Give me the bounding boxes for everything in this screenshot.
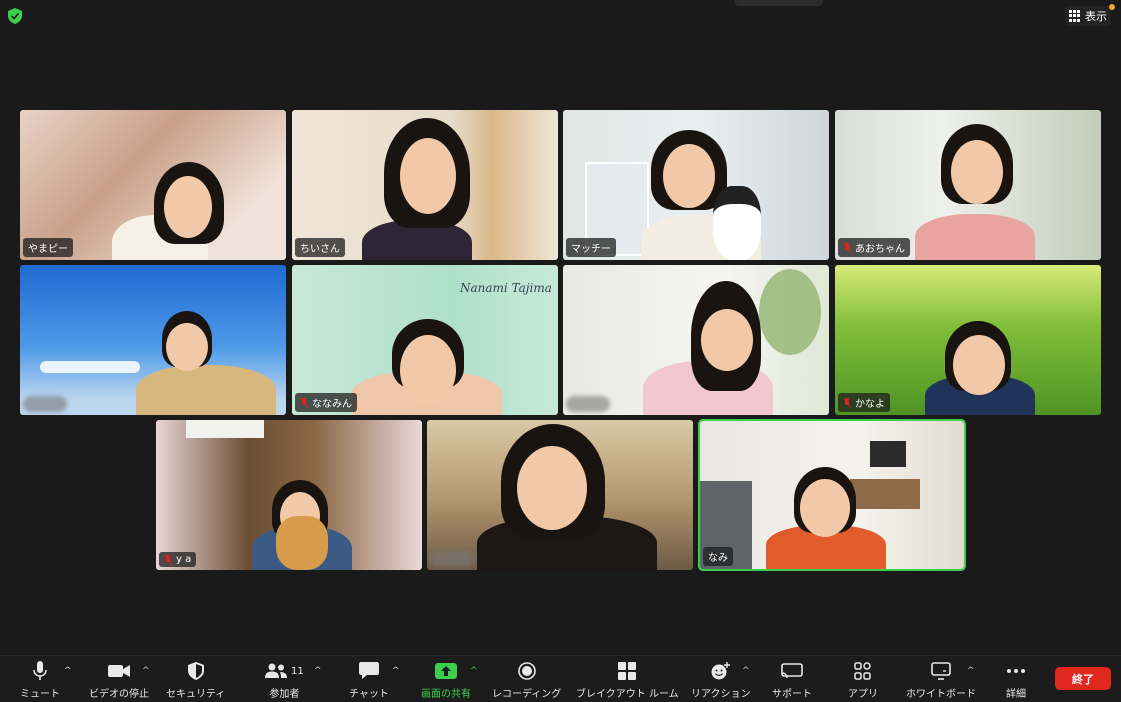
chat-options-caret[interactable]: ^: [392, 666, 400, 676]
top-bar: 表示: [0, 0, 1121, 30]
participant-name-tag: やまピー: [23, 238, 73, 257]
video-tile[interactable]: [427, 420, 693, 570]
participant-name-tag: [23, 396, 67, 412]
cloud: [40, 361, 140, 373]
participant-face: [951, 140, 1003, 204]
participant-name-tag: かなよ: [838, 393, 890, 412]
breakout-rooms-icon: [618, 660, 637, 682]
chat-button[interactable]: チャット: [349, 660, 389, 700]
participant-name-tag: あおちゃん: [838, 238, 910, 257]
video-tile[interactable]: マッチー: [563, 110, 829, 260]
share-screen-icon: [435, 660, 457, 682]
notification-dot: [1109, 4, 1115, 10]
reactions-options-caret[interactable]: ^: [742, 666, 750, 676]
participant-name-tag: ななみん: [295, 393, 357, 412]
view-button[interactable]: 表示: [1065, 6, 1111, 26]
share-options-caret[interactable]: ^: [470, 666, 478, 676]
video-tile[interactable]: y a: [156, 420, 422, 570]
cast-icon: [781, 660, 803, 682]
record-button[interactable]: レコーディング: [492, 660, 561, 700]
video-tile[interactable]: ちいさん: [292, 110, 558, 260]
muted-mic-icon: [843, 242, 852, 253]
tv: [870, 441, 906, 467]
more-button[interactable]: 詳細: [1006, 660, 1026, 700]
smiley-plus-icon: [711, 660, 731, 682]
mute-options-caret[interactable]: ^: [64, 666, 72, 676]
video-tile[interactable]: [20, 265, 286, 415]
apps-icon: [854, 660, 872, 682]
video-options-caret[interactable]: ^: [142, 666, 150, 676]
participant-face: [800, 479, 850, 537]
participants-icon: 11: [265, 660, 304, 682]
video-camera-icon: [108, 660, 130, 682]
background-text: Nanami Tajima: [460, 281, 552, 295]
participant-name-tag: y a: [159, 552, 197, 567]
participants-button[interactable]: 11 参加者: [265, 660, 304, 700]
shield-icon: [187, 660, 204, 682]
muted-mic-icon: [300, 397, 309, 408]
stop-video-button[interactable]: ビデオの停止: [89, 660, 149, 700]
muted-mic-icon: [843, 397, 852, 408]
participant-face: [701, 309, 753, 371]
video-tile-active-speaker[interactable]: なみ: [700, 421, 964, 569]
breakout-rooms-button[interactable]: ブレイクアウト ルーム: [576, 660, 679, 700]
muted-mic-icon: [164, 554, 173, 565]
video-tile[interactable]: やまピー: [20, 110, 286, 260]
view-label: 表示: [1085, 10, 1107, 23]
cat: [276, 516, 328, 570]
security-shield-icon[interactable]: [8, 8, 22, 24]
participant-face: [663, 144, 715, 208]
participant-name-tag: なみ: [703, 547, 733, 566]
participant-name-tag: [430, 551, 474, 567]
whiteboard-button[interactable]: ホワイトボード: [906, 660, 976, 700]
support-button[interactable]: サポート: [772, 660, 812, 700]
whiteboard-options-caret[interactable]: ^: [967, 666, 975, 676]
apps-button[interactable]: アプリ: [848, 660, 878, 700]
top-drag-handle[interactable]: [735, 0, 823, 6]
video-tile[interactable]: Nanami Tajima ななみん: [292, 265, 558, 415]
end-meeting-button[interactable]: 終了: [1055, 667, 1111, 690]
chat-bubble-icon: [358, 660, 379, 682]
participant-face: [400, 138, 456, 214]
gallery-grid-icon: [1069, 10, 1081, 22]
participants-count: 11: [291, 665, 304, 677]
share-screen-button[interactable]: 画面の共有: [421, 660, 471, 700]
microphone-icon: [33, 660, 47, 682]
video-tile[interactable]: かなよ: [835, 265, 1101, 415]
participant-face: [517, 446, 587, 530]
participant-face: [166, 323, 208, 371]
participant-name-tag: [566, 396, 610, 412]
participant-face: [164, 176, 212, 238]
participant-name-tag: ちいさん: [295, 238, 345, 257]
participant-face: [953, 335, 1005, 395]
video-tile[interactable]: [563, 265, 829, 415]
video-tile[interactable]: あおちゃん: [835, 110, 1101, 260]
air-conditioner: [186, 420, 264, 438]
participant-name-tag: マッチー: [566, 238, 616, 257]
cabinet: [850, 479, 920, 509]
participant-face: [400, 335, 456, 405]
whiteboard-icon: [931, 660, 951, 682]
security-button[interactable]: セキュリティ: [166, 660, 225, 700]
cat: [713, 186, 761, 260]
meeting-toolbar: ミュート ^ ビデオの停止 ^ セキュリティ 11 参加者 ^ チャット ^ 画…: [0, 655, 1121, 702]
record-icon: [517, 660, 536, 682]
plant: [759, 269, 821, 355]
mute-button[interactable]: ミュート: [20, 660, 60, 700]
more-dots-icon: [1006, 660, 1026, 682]
participants-options-caret[interactable]: ^: [314, 666, 322, 676]
